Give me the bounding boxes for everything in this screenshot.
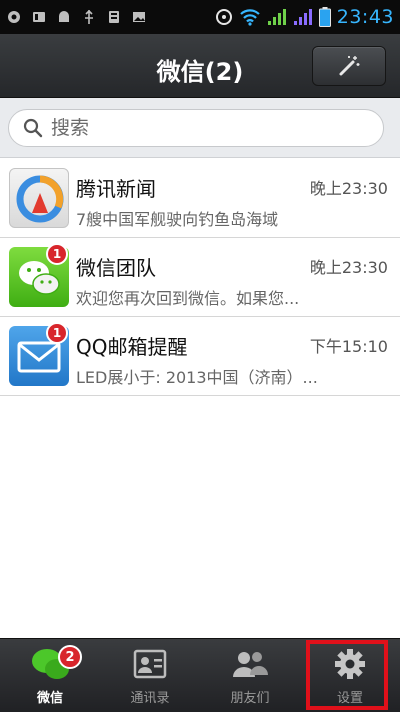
chat-name: QQ邮箱提醒 <box>76 335 188 359</box>
android-icon <box>59 11 69 22</box>
tencent-news-icon <box>16 175 64 223</box>
usb-icon <box>85 9 93 24</box>
system-icons: 23:43 <box>215 6 394 28</box>
tencent-news-avatar <box>9 168 69 228</box>
wifi-icon <box>239 9 260 26</box>
title-bar: 微信(2) <box>0 34 400 98</box>
chat-time: 晚上23:30 <box>309 179 388 198</box>
unread-badge: 1 <box>46 322 68 344</box>
tab-wechat[interactable]: 2 微信 <box>0 639 100 712</box>
chat-list: 腾讯新闻 晚上23:30 7艘中国军舰驶向钓鱼岛海域 1 微信团队 晚上23:3… <box>0 159 400 396</box>
tab-label: 朋友们 <box>230 691 270 706</box>
chat-preview: 欢迎您再次回到微信。如果您... <box>76 289 300 308</box>
chat-row-wechat-team[interactable]: 1 微信团队 晚上23:30 欢迎您再次回到微信。如果您... <box>0 238 400 317</box>
magic-wand-icon <box>339 56 360 76</box>
gear-icon <box>330 645 370 683</box>
friends-icon <box>230 645 270 683</box>
photo-icon <box>133 12 145 22</box>
search-input[interactable] <box>51 117 351 139</box>
battery-icon <box>318 7 331 27</box>
tab-settings[interactable]: 设置 <box>300 639 400 712</box>
chat-time: 晚上23:30 <box>309 258 388 277</box>
chat-name: 腾讯新闻 <box>76 177 156 201</box>
tab-label: 通讯录 <box>130 691 170 706</box>
search-bar <box>0 98 400 158</box>
magic-wand-button[interactable] <box>312 46 386 86</box>
signal-2-icon <box>293 9 312 25</box>
tab-contacts[interactable]: 通讯录 <box>100 639 200 712</box>
notification-icons <box>6 9 215 25</box>
sync-icon <box>215 9 232 25</box>
chat-row-tencent-news[interactable]: 腾讯新闻 晚上23:30 7艘中国军舰驶向钓鱼岛海域 <box>0 159 400 238</box>
unread-badge: 1 <box>46 243 68 265</box>
chat-preview: 7艘中国军舰驶向钓鱼岛海域 <box>76 210 279 229</box>
sd-card-icon <box>33 12 45 22</box>
tab-friends[interactable]: 朋友们 <box>200 639 300 712</box>
search-box[interactable] <box>8 109 384 147</box>
tab-label: 设置 <box>336 691 363 706</box>
signal-icon <box>267 9 286 25</box>
status-clock: 23:43 <box>336 6 394 28</box>
chat-preview: LED展小于: 2013中国（济南）... <box>76 368 318 387</box>
tab-unread-badge: 2 <box>58 645 82 669</box>
status-bar: 23:43 <box>0 0 400 34</box>
chat-name: 微信团队 <box>76 256 156 280</box>
chat-time: 下午15:10 <box>309 337 388 356</box>
search-icon <box>23 118 43 138</box>
chat-row-qq-mail[interactable]: 1 QQ邮箱提醒 下午15:10 LED展小于: 2013中国（济南）... <box>0 317 400 396</box>
debug-icon <box>109 11 119 23</box>
bottom-tab-bar: 2 微信 通讯录 朋友们 设置 <box>0 638 400 712</box>
tab-label: 微信 <box>36 691 63 706</box>
app-notification-icon <box>8 11 20 23</box>
contacts-card-icon <box>130 645 170 683</box>
